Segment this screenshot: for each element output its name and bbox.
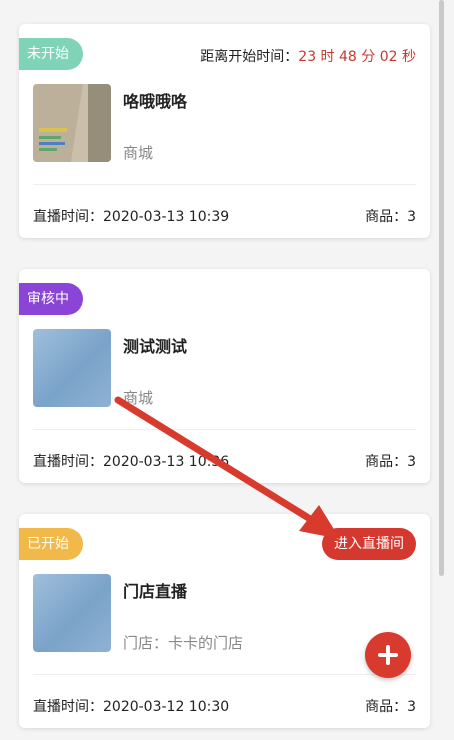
live-time: 直播时间：2020-03-12 10:30: [33, 699, 230, 715]
live-title: 门店直播: [123, 582, 188, 601]
divider: [33, 184, 416, 185]
live-card-2[interactable]: 审核中 测试测试 商城 直播时间：2020-03-13 10:36 商品：3: [19, 269, 430, 483]
status-badge: 未开始: [19, 38, 83, 70]
live-title: 测试测试: [123, 337, 188, 356]
scrollbar[interactable]: [439, 0, 444, 576]
live-thumbnail: [33, 574, 111, 652]
live-thumbnail: [33, 84, 111, 162]
divider: [33, 674, 416, 675]
countdown-label: 距离开始时间：: [200, 49, 299, 65]
live-time: 直播时间：2020-03-13 10:39: [33, 209, 230, 225]
status-badge: 已开始: [19, 528, 83, 560]
goods-count: 商品：3: [365, 209, 416, 225]
countdown-value: 23 时 48 分 02 秒: [298, 49, 416, 65]
enter-live-room-button[interactable]: 进入直播间: [322, 528, 416, 560]
live-title: 咯哦哦咯: [123, 92, 188, 111]
live-source: 商城: [123, 389, 154, 407]
goods-count: 商品：3: [365, 699, 416, 715]
live-source: 商城: [123, 144, 154, 162]
status-badge: 审核中: [19, 283, 83, 315]
goods-count: 商品：3: [365, 454, 416, 470]
live-card-1[interactable]: 未开始 距离开始时间：23 时 48 分 02 秒 咯哦哦咯 商城 直播时间：2…: [19, 24, 430, 238]
live-time: 直播时间：2020-03-13 10:36: [33, 454, 230, 470]
add-live-button[interactable]: [365, 632, 411, 678]
live-source: 门店：卡卡的门店: [123, 634, 244, 652]
live-card-3[interactable]: 已开始 进入直播间 门店直播 门店：卡卡的门店 直播时间：2020-03-12 …: [19, 514, 430, 728]
divider: [33, 429, 416, 430]
live-thumbnail: [33, 329, 111, 407]
countdown: 距离开始时间：23 时 48 分 02 秒: [200, 46, 416, 66]
